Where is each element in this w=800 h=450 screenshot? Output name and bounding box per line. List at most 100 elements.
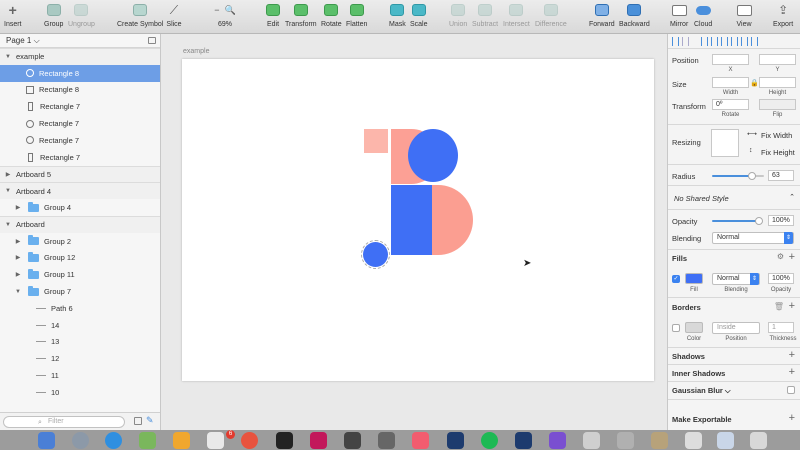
layer-row[interactable]: Rectangle 7 <box>0 149 160 166</box>
layer-row[interactable]: Rectangle 7 <box>0 115 160 132</box>
add-shadow-icon[interactable]: + <box>789 350 795 361</box>
artboard-row[interactable]: ▼ example <box>0 48 160 65</box>
blue-rectangle[interactable] <box>391 185 432 255</box>
layer-row[interactable]: Rectangle 8 <box>0 64 160 82</box>
width-field[interactable] <box>712 77 749 88</box>
indesign-icon[interactable] <box>310 432 327 449</box>
app-icon[interactable] <box>583 432 600 449</box>
add-export-icon[interactable]: + <box>789 413 795 424</box>
artboard-row[interactable]: ▼ Artboard <box>0 215 160 233</box>
disclosure-open-icon[interactable]: ▼ <box>4 54 12 60</box>
add-fill-icon[interactable]: + <box>789 252 795 263</box>
slice-button[interactable]: ⟋ Slice <box>166 3 182 33</box>
app-icon[interactable] <box>378 432 395 449</box>
layer-row[interactable]: 10 <box>0 384 160 401</box>
scale-button[interactable]: Scale <box>410 3 428 33</box>
layer-row[interactable]: 14 <box>0 317 160 334</box>
layer-row[interactable]: Rectangle 7 <box>0 132 160 149</box>
radius-slider-knob[interactable] <box>748 172 756 180</box>
chrome-icon[interactable] <box>241 432 258 449</box>
mask-button[interactable]: Mask <box>389 3 406 33</box>
blending-select[interactable]: Normal ⇕ <box>712 232 794 244</box>
flip-buttons[interactable] <box>759 99 796 110</box>
fix-width-icon[interactable]: ⟷ <box>747 130 757 138</box>
layer-row[interactable]: Path 6 <box>0 300 160 317</box>
group-row[interactable]: ▶ Group 12 <box>0 250 160 267</box>
zoom-control[interactable]: − 🔍 69% <box>205 3 245 33</box>
salmon-square[interactable] <box>364 129 388 153</box>
border-color-swatch[interactable] <box>685 322 703 333</box>
finder-icon[interactable] <box>38 432 55 449</box>
align-bottom-icon[interactable] <box>751 36 758 46</box>
pages-icon[interactable] <box>134 417 142 425</box>
salmon-half-circle-bottom[interactable] <box>431 185 473 255</box>
fix-width-label[interactable]: Fix Width <box>761 131 792 140</box>
shared-style-select[interactable]: No Shared Style <box>674 194 729 203</box>
border-checkbox[interactable] <box>672 324 680 332</box>
disclosure-closed-icon[interactable]: ▶ <box>4 171 12 178</box>
intersect-button[interactable]: Intersect <box>503 3 530 33</box>
photoshop-icon[interactable] <box>515 432 532 449</box>
view-button[interactable]: View <box>736 3 752 33</box>
terminal-icon[interactable] <box>276 432 293 449</box>
spotify-icon[interactable] <box>481 432 498 449</box>
disclosure-closed-icon[interactable]: ▶ <box>14 254 22 261</box>
pencil-icon[interactable]: ✎ <box>146 415 154 426</box>
backward-button[interactable]: Backward <box>619 3 650 33</box>
fix-height-label[interactable]: Fix Height <box>761 148 795 157</box>
app-icon[interactable] <box>549 432 566 449</box>
gaussian-blur-header[interactable]: Gaussian Blur ⌵ <box>672 386 731 396</box>
disclosure-closed-icon[interactable]: ▶ <box>14 238 22 245</box>
trash-icon[interactable]: 🗑 <box>774 302 784 311</box>
sketch-icon[interactable] <box>173 432 190 449</box>
y-field[interactable] <box>759 54 796 65</box>
ungroup-button[interactable]: Ungroup <box>68 3 95 33</box>
photoshop-icon[interactable] <box>447 432 464 449</box>
edit-button[interactable]: Edit <box>265 3 281 33</box>
launchpad-icon[interactable] <box>72 432 89 449</box>
artboard-row[interactable]: ▼ Artboard 4 <box>0 182 160 200</box>
opacity-field[interactable]: 100% <box>768 215 794 226</box>
canvas[interactable]: example ➤ <box>161 34 667 430</box>
artboard-title[interactable]: example <box>183 48 209 55</box>
zoom-in-icon[interactable]: 🔍 <box>225 5 236 16</box>
app-icon[interactable] <box>344 432 361 449</box>
align-left-icon[interactable] <box>701 36 708 46</box>
zoom-out-icon[interactable]: − <box>214 5 219 15</box>
resizing-box[interactable] <box>711 129 739 157</box>
height-field[interactable] <box>759 77 796 88</box>
blue-circle-large[interactable] <box>408 129 458 182</box>
disclosure-open-icon[interactable]: ▼ <box>14 289 22 295</box>
border-thickness-field[interactable]: 1 <box>768 322 794 333</box>
layer-row[interactable]: 13 <box>0 334 160 351</box>
page-panel-icon[interactable] <box>148 37 156 44</box>
safari-icon[interactable] <box>105 432 122 449</box>
flatten-button[interactable]: Flatten <box>346 3 367 33</box>
folder-icon[interactable] <box>685 432 702 449</box>
app-icon[interactable] <box>617 432 634 449</box>
opacity-slider[interactable] <box>712 220 760 222</box>
opacity-slider-knob[interactable] <box>755 217 763 225</box>
group-button[interactable]: Group <box>44 3 63 33</box>
subtract-button[interactable]: Subtract <box>472 3 498 33</box>
layer-row[interactable]: Rectangle 8 <box>0 82 160 99</box>
blur-checkbox[interactable] <box>787 386 795 394</box>
disclosure-closed-icon[interactable]: ▶ <box>14 204 22 211</box>
add-inner-shadow-icon[interactable]: + <box>789 367 795 378</box>
folder-icon[interactable] <box>717 432 734 449</box>
trash-icon[interactable] <box>750 432 767 449</box>
insert-button[interactable]: + Insert <box>4 2 22 33</box>
mirror-button[interactable]: Mirror <box>670 3 688 33</box>
chevron-updown-icon[interactable]: ⌃ <box>789 193 795 201</box>
fill-checkbox[interactable]: ✓ <box>672 275 680 283</box>
fill-opacity-field[interactable]: 100% <box>768 273 794 284</box>
fill-blend-select[interactable]: Normal ⇕ <box>712 273 760 285</box>
disclosure-open-icon[interactable]: ▼ <box>4 188 12 194</box>
disclosure-open-icon[interactable]: ▼ <box>4 222 12 228</box>
group-row[interactable]: ▶ Group 2 <box>0 233 160 250</box>
lock-icon[interactable]: 🔒 <box>750 79 759 87</box>
disclosure-closed-icon[interactable]: ▶ <box>14 271 22 278</box>
add-border-icon[interactable]: + <box>789 301 795 312</box>
app-icon[interactable] <box>139 432 156 449</box>
page-selector[interactable]: Page 1 ⌵ <box>0 34 160 48</box>
